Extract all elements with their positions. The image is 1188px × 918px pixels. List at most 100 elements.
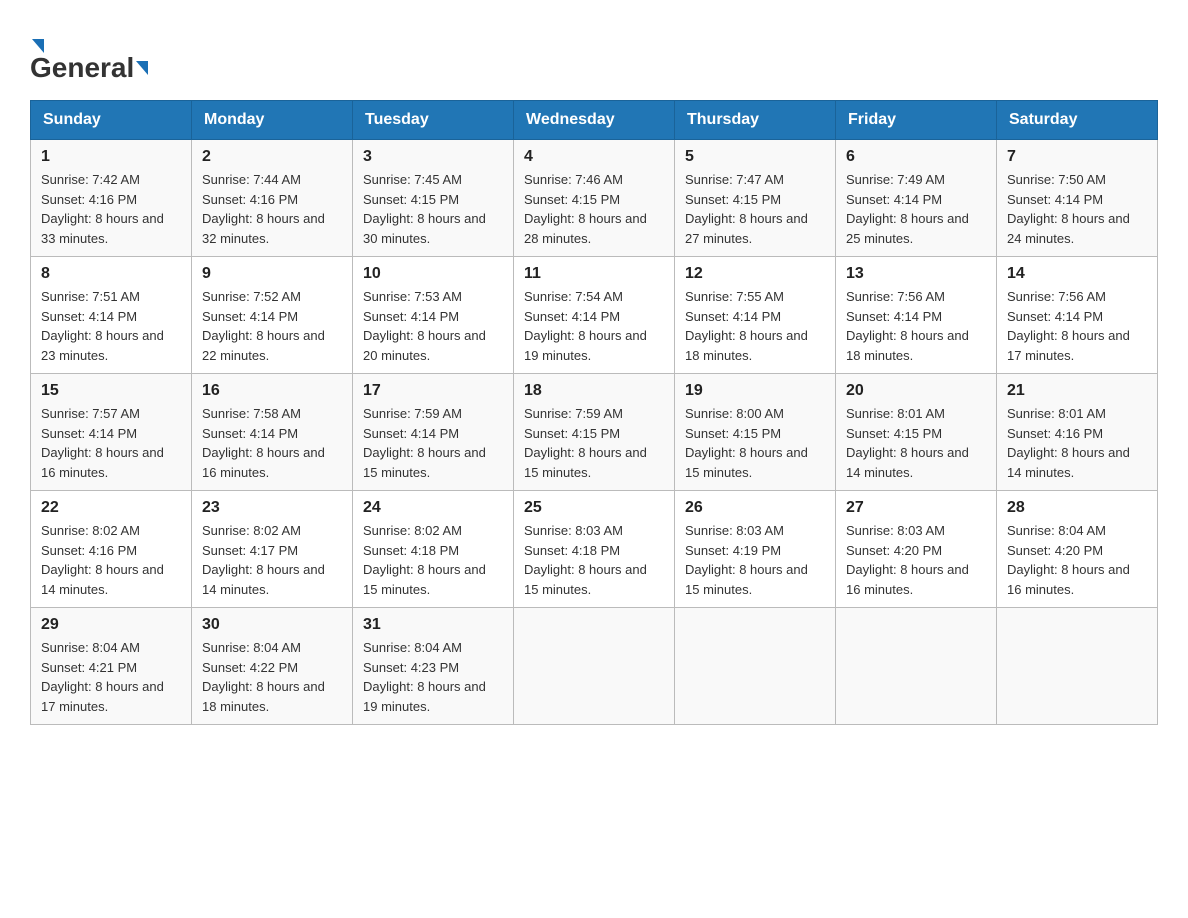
day-info: Sunrise: 7:54 AMSunset: 4:14 PMDaylight:… [524, 287, 664, 365]
day-info: Sunrise: 8:00 AMSunset: 4:15 PMDaylight:… [685, 404, 825, 482]
day-of-week-header: Thursday [675, 101, 836, 140]
calendar-cell: 21 Sunrise: 8:01 AMSunset: 4:16 PMDayligh… [997, 374, 1158, 491]
day-number: 4 [524, 148, 664, 166]
day-number: 16 [202, 382, 342, 400]
day-info: Sunrise: 8:03 AMSunset: 4:18 PMDaylight:… [524, 521, 664, 599]
calendar-header-row: SundayMondayTuesdayWednesdayThursdayFrid… [31, 101, 1158, 140]
day-of-week-header: Friday [836, 101, 997, 140]
day-info: Sunrise: 7:57 AMSunset: 4:14 PMDaylight:… [41, 404, 181, 482]
calendar-cell: 6 Sunrise: 7:49 AMSunset: 4:14 PMDaylight… [836, 140, 997, 257]
day-info: Sunrise: 7:46 AMSunset: 4:15 PMDaylight:… [524, 170, 664, 248]
page-header: General [30, 30, 1158, 80]
day-info: Sunrise: 7:58 AMSunset: 4:14 PMDaylight:… [202, 404, 342, 482]
day-number: 8 [41, 265, 181, 283]
calendar-cell [836, 608, 997, 725]
calendar-cell: 7 Sunrise: 7:50 AMSunset: 4:14 PMDaylight… [997, 140, 1158, 257]
day-of-week-header: Tuesday [353, 101, 514, 140]
calendar-cell: 4 Sunrise: 7:46 AMSunset: 4:15 PMDaylight… [514, 140, 675, 257]
logo-arrow-icon [32, 39, 44, 53]
calendar-cell: 28Sunrise: 8:04 AMSunset: 4:20 PMDayligh… [997, 491, 1158, 608]
calendar-cell: 25 Sunrise: 8:03 AMSunset: 4:18 PMDayligh… [514, 491, 675, 608]
day-info: Sunrise: 8:02 AMSunset: 4:18 PMDaylight:… [363, 521, 503, 599]
day-number: 18 [524, 382, 664, 400]
calendar-cell: 3 Sunrise: 7:45 AMSunset: 4:15 PMDaylight… [353, 140, 514, 257]
calendar-cell: 5 Sunrise: 7:47 AMSunset: 4:15 PMDaylight… [675, 140, 836, 257]
day-number: 15 [41, 382, 181, 400]
day-number: 13 [846, 265, 986, 283]
day-info: Sunrise: 8:01 AMSunset: 4:15 PMDaylight:… [846, 404, 986, 482]
day-number: 25 [524, 499, 664, 517]
day-of-week-header: Monday [192, 101, 353, 140]
day-info: Sunrise: 8:02 AMSunset: 4:16 PMDaylight:… [41, 521, 181, 599]
day-number: 21 [1007, 382, 1147, 400]
day-of-week-header: Wednesday [514, 101, 675, 140]
day-info: Sunrise: 7:47 AMSunset: 4:15 PMDaylight:… [685, 170, 825, 248]
calendar-cell: 11Sunrise: 7:54 AMSunset: 4:14 PMDayligh… [514, 257, 675, 374]
calendar-cell: 19 Sunrise: 8:00 AMSunset: 4:15 PMDayligh… [675, 374, 836, 491]
calendar-cell: 15 Sunrise: 7:57 AMSunset: 4:14 PMDayligh… [31, 374, 192, 491]
calendar-cell: 12Sunrise: 7:55 AMSunset: 4:14 PMDayligh… [675, 257, 836, 374]
calendar-week-row: 15 Sunrise: 7:57 AMSunset: 4:14 PMDayligh… [31, 374, 1158, 491]
day-info: Sunrise: 8:03 AMSunset: 4:20 PMDaylight:… [846, 521, 986, 599]
calendar-cell [514, 608, 675, 725]
day-info: Sunrise: 8:03 AMSunset: 4:19 PMDaylight:… [685, 521, 825, 599]
day-info: Sunrise: 7:50 AMSunset: 4:14 PMDaylight:… [1007, 170, 1147, 248]
day-number: 30 [202, 616, 342, 634]
day-info: Sunrise: 8:04 AMSunset: 4:21 PMDaylight:… [41, 638, 181, 716]
day-info: Sunrise: 7:44 AMSunset: 4:16 PMDaylight:… [202, 170, 342, 248]
calendar-cell: 2 Sunrise: 7:44 AMSunset: 4:16 PMDaylight… [192, 140, 353, 257]
calendar-cell: 24 Sunrise: 8:02 AMSunset: 4:18 PMDayligh… [353, 491, 514, 608]
day-number: 24 [363, 499, 503, 517]
calendar-cell: 30 Sunrise: 8:04 AMSunset: 4:22 PMDayligh… [192, 608, 353, 725]
calendar-cell: 18 Sunrise: 7:59 AMSunset: 4:15 PMDayligh… [514, 374, 675, 491]
day-number: 31 [363, 616, 503, 634]
calendar-cell [675, 608, 836, 725]
day-info: Sunrise: 7:49 AMSunset: 4:14 PMDaylight:… [846, 170, 986, 248]
day-number: 19 [685, 382, 825, 400]
day-of-week-header: Saturday [997, 101, 1158, 140]
calendar-cell: 1Sunrise: 7:42 AMSunset: 4:16 PMDaylight… [31, 140, 192, 257]
calendar-cell: 20 Sunrise: 8:01 AMSunset: 4:15 PMDayligh… [836, 374, 997, 491]
day-number: 10 [363, 265, 503, 283]
day-number: 12 [685, 265, 825, 283]
day-number: 6 [846, 148, 986, 166]
calendar-cell [997, 608, 1158, 725]
day-info: Sunrise: 8:04 AMSunset: 4:22 PMDaylight:… [202, 638, 342, 716]
day-number: 14 [1007, 265, 1147, 283]
day-of-week-header: Sunday [31, 101, 192, 140]
calendar-cell: 8 Sunrise: 7:51 AMSunset: 4:14 PMDaylight… [31, 257, 192, 374]
day-number: 27 [846, 499, 986, 517]
day-number: 5 [685, 148, 825, 166]
day-info: Sunrise: 7:51 AMSunset: 4:14 PMDaylight:… [41, 287, 181, 365]
day-info: Sunrise: 7:45 AMSunset: 4:15 PMDaylight:… [363, 170, 503, 248]
day-number: 9 [202, 265, 342, 283]
logo-triangle-icon [136, 61, 148, 75]
day-info: Sunrise: 8:01 AMSunset: 4:16 PMDaylight:… [1007, 404, 1147, 482]
day-number: 22 [41, 499, 181, 517]
logo: General [30, 30, 150, 80]
calendar-cell: 14Sunrise: 7:56 AMSunset: 4:14 PMDayligh… [997, 257, 1158, 374]
calendar-cell: 22 Sunrise: 8:02 AMSunset: 4:16 PMDayligh… [31, 491, 192, 608]
calendar-cell: 23Sunrise: 8:02 AMSunset: 4:17 PMDayligh… [192, 491, 353, 608]
calendar-cell: 17 Sunrise: 7:59 AMSunset: 4:14 PMDayligh… [353, 374, 514, 491]
calendar-week-row: 29Sunrise: 8:04 AMSunset: 4:21 PMDayligh… [31, 608, 1158, 725]
logo-general-text2: General [30, 52, 134, 84]
day-info: Sunrise: 7:56 AMSunset: 4:14 PMDaylight:… [846, 287, 986, 365]
calendar-cell: 31Sunrise: 8:04 AMSunset: 4:23 PMDayligh… [353, 608, 514, 725]
day-number: 3 [363, 148, 503, 166]
day-info: Sunrise: 7:59 AMSunset: 4:15 PMDaylight:… [524, 404, 664, 482]
day-info: Sunrise: 7:52 AMSunset: 4:14 PMDaylight:… [202, 287, 342, 365]
day-number: 2 [202, 148, 342, 166]
day-number: 1 [41, 148, 181, 166]
day-number: 17 [363, 382, 503, 400]
calendar-cell: 10 Sunrise: 7:53 AMSunset: 4:14 PMDayligh… [353, 257, 514, 374]
calendar-table: SundayMondayTuesdayWednesdayThursdayFrid… [30, 100, 1158, 725]
day-info: Sunrise: 7:59 AMSunset: 4:14 PMDaylight:… [363, 404, 503, 482]
day-number: 20 [846, 382, 986, 400]
day-number: 26 [685, 499, 825, 517]
day-number: 7 [1007, 148, 1147, 166]
day-info: Sunrise: 8:02 AMSunset: 4:17 PMDaylight:… [202, 521, 342, 599]
calendar-cell: 26 Sunrise: 8:03 AMSunset: 4:19 PMDayligh… [675, 491, 836, 608]
calendar-cell: 13 Sunrise: 7:56 AMSunset: 4:14 PMDayligh… [836, 257, 997, 374]
day-info: Sunrise: 7:53 AMSunset: 4:14 PMDaylight:… [363, 287, 503, 365]
